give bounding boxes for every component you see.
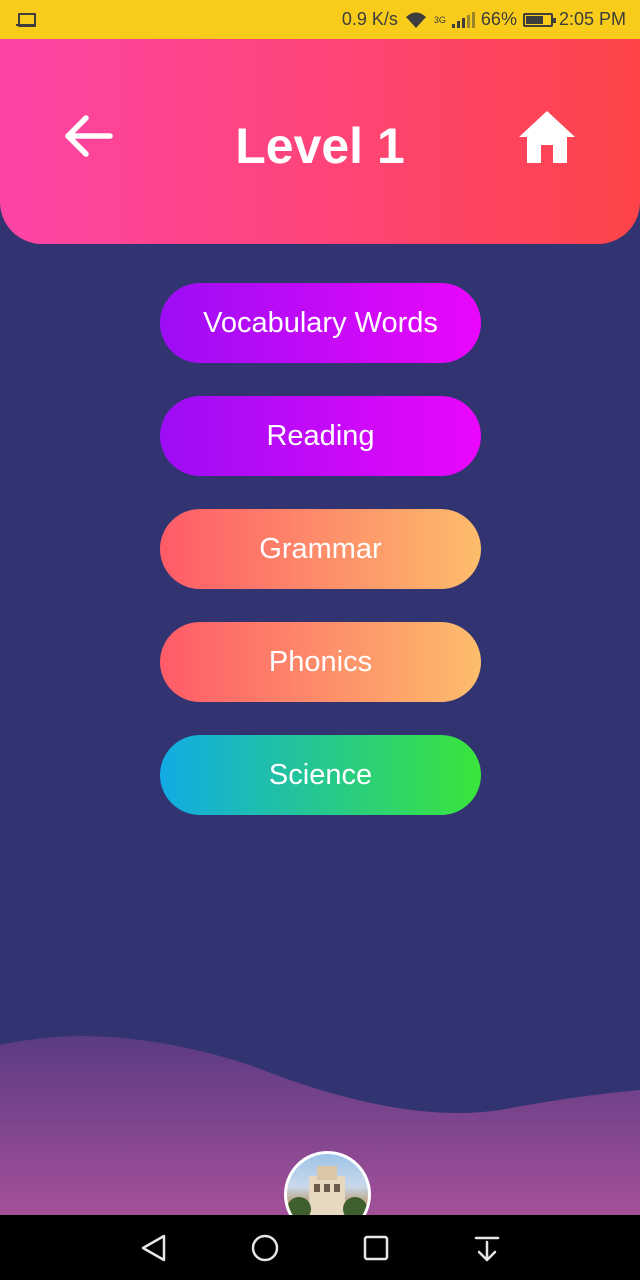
recents-square-icon <box>363 1235 389 1261</box>
battery-icon <box>522 12 556 27</box>
home-circle-icon <box>251 1234 279 1262</box>
science-button[interactable]: Science <box>160 735 481 815</box>
system-nav-bar <box>0 1215 640 1280</box>
battery-percent: 66% <box>480 9 517 29</box>
home-button[interactable] <box>517 107 577 167</box>
nav-notification-button[interactable] <box>471 1232 503 1264</box>
nav-home-button[interactable] <box>249 1232 281 1264</box>
header: Level 1 <box>0 39 640 244</box>
status-bar: 0.9 K/s 3G 66% 2:05 PM <box>0 0 640 39</box>
signal-icon <box>451 11 475 28</box>
notification-pull-icon <box>474 1236 500 1262</box>
laptop-icon <box>16 12 36 27</box>
back-triangle-icon <box>141 1234 166 1262</box>
phonics-button[interactable]: Phonics <box>160 622 481 702</box>
vocabulary-words-button[interactable]: Vocabulary Words <box>160 283 481 363</box>
network-type: 3G <box>433 15 446 25</box>
reading-button[interactable]: Reading <box>160 396 481 476</box>
nav-back-button[interactable] <box>138 1232 170 1264</box>
topic-menu: Vocabulary Words Reading Grammar Phonics… <box>160 283 481 848</box>
clock: 2:05 PM <box>558 9 626 29</box>
nav-recents-button[interactable] <box>360 1232 392 1264</box>
wifi-icon <box>405 12 426 28</box>
network-speed: 0.9 K/s <box>341 9 398 29</box>
home-icon <box>519 111 575 163</box>
grammar-button[interactable]: Grammar <box>160 509 481 589</box>
